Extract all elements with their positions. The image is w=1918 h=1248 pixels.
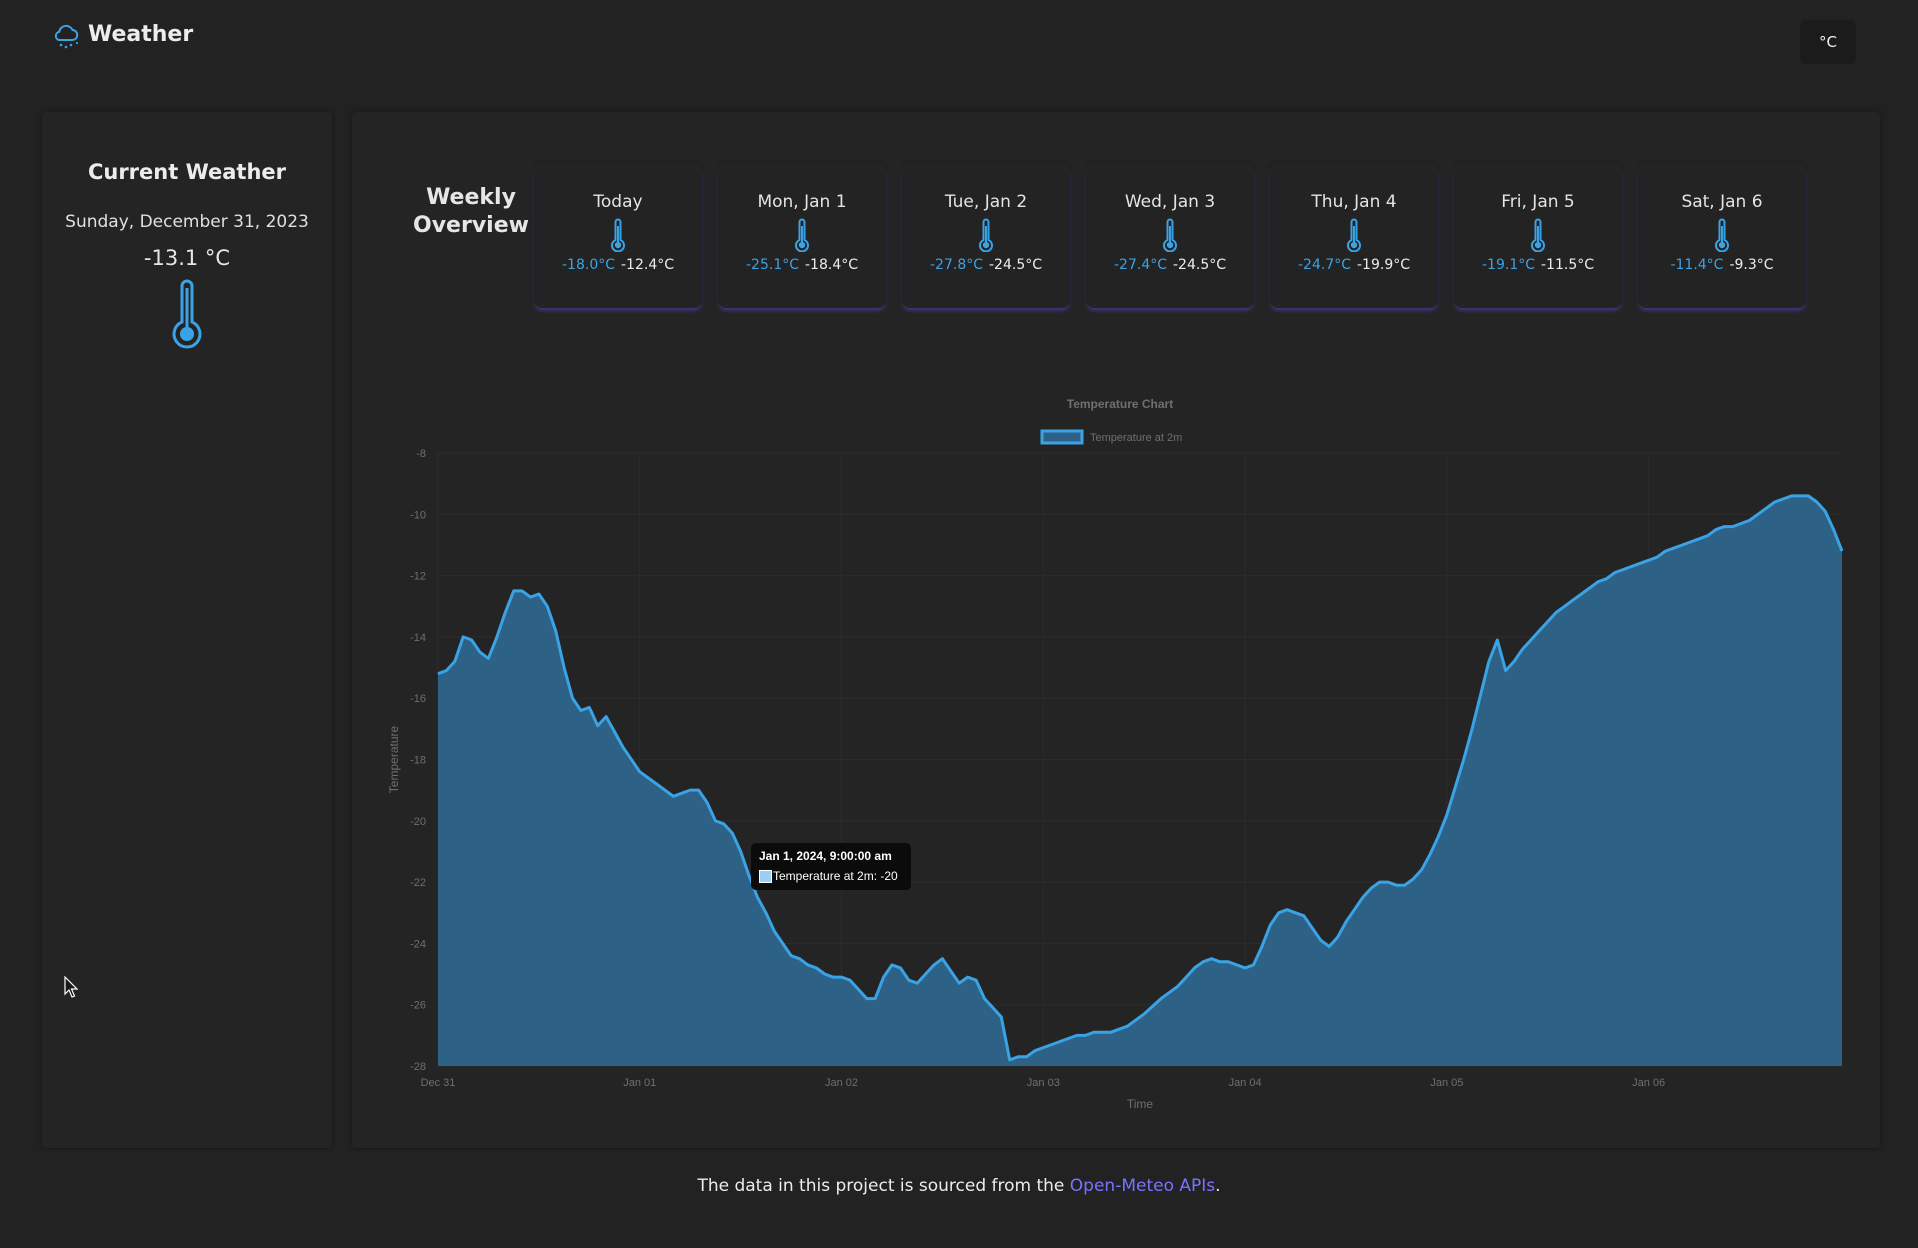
day-temps: -19.1°C -11.5°C xyxy=(1454,257,1622,273)
x-tick-label: Jan 06 xyxy=(1632,1077,1665,1089)
day-card: Today -18.0°C -12.4°C xyxy=(534,162,702,308)
day-name: Sat, Jan 6 xyxy=(1681,192,1763,212)
y-tick-label: -10 xyxy=(410,509,426,521)
legend-swatch xyxy=(1040,429,1084,445)
y-tick-label: -22 xyxy=(410,877,426,889)
day-temps: -18.0°C -12.4°C xyxy=(534,257,702,273)
day-max-temp: -24.5°C xyxy=(989,257,1042,273)
open-meteo-link[interactable]: Open-Meteo APIs xyxy=(1070,1176,1215,1196)
day-temps: -24.7°C -19.9°C xyxy=(1270,257,1438,273)
current-date: Sunday, December 31, 2023 xyxy=(65,212,309,232)
weekly-overview-label: Weekly Overview xyxy=(413,185,529,238)
day-card: Tue, Jan 2 -27.8°C -24.5°C xyxy=(902,162,1070,308)
temperature-area xyxy=(438,495,1842,1066)
thermometer-icon xyxy=(611,218,625,252)
day-name: Wed, Jan 3 xyxy=(1124,192,1216,212)
day-card: Thu, Jan 4 -24.7°C -19.9°C xyxy=(1270,162,1438,308)
y-tick-label: -20 xyxy=(410,816,426,828)
brand: Weather xyxy=(50,18,193,50)
chart-tooltip: Jan 1, 2024, 9:00:00 am Temperature at 2… xyxy=(751,843,911,890)
chart-title: Temperature Chart xyxy=(1067,397,1173,411)
x-axis-label: Time xyxy=(1127,1097,1154,1111)
app-title: Weather xyxy=(88,21,194,47)
unit-toggle-button[interactable]: °C xyxy=(1800,20,1856,64)
day-min-temp: -11.4°C xyxy=(1670,257,1724,273)
y-tick-label: -26 xyxy=(410,1000,426,1012)
thermometer-icon xyxy=(1163,218,1177,252)
day-temps: -25.1°C -18.4°C xyxy=(718,257,886,273)
y-tick-label: -18 xyxy=(410,755,426,767)
current-weather-panel: Current Weather Sunday, December 31, 202… xyxy=(42,112,332,1148)
day-temps: -27.8°C -24.5°C xyxy=(902,257,1070,273)
day-name: Thu, Jan 4 xyxy=(1311,192,1397,212)
x-tick-label: Jan 03 xyxy=(1027,1077,1060,1089)
app-header: Weather °C xyxy=(0,0,1918,80)
y-tick-label: -14 xyxy=(410,632,426,644)
tooltip-title: Jan 1, 2024, 9:00:00 am xyxy=(759,849,892,863)
thermometer-icon xyxy=(1531,218,1545,252)
y-tick-label: -12 xyxy=(410,571,426,583)
footer-text: The data in this project is sourced from… xyxy=(697,1176,1070,1196)
legend-label: Temperature at 2m xyxy=(1090,432,1182,444)
day-card: Mon, Jan 1 -25.1°C -18.4°C xyxy=(718,162,886,308)
day-temps: -11.4°C -9.3°C xyxy=(1638,257,1806,273)
tooltip-body: Temperature at 2m: -20 xyxy=(773,869,898,883)
cloud-snow-icon xyxy=(54,24,79,49)
day-name: Fri, Jan 5 xyxy=(1501,192,1575,212)
thermometer-icon xyxy=(172,279,202,349)
x-tick-label: Jan 02 xyxy=(825,1077,858,1089)
day-max-temp: -9.3°C xyxy=(1729,257,1774,273)
x-tick-label: Jan 04 xyxy=(1229,1077,1262,1089)
footer-suffix: . xyxy=(1215,1176,1221,1196)
footer: The data in this project is sourced from… xyxy=(0,1176,1918,1196)
day-name: Today xyxy=(593,192,643,212)
day-max-temp: -18.4°C xyxy=(805,257,858,273)
temperature-chart-svg: -8 -10 -12 -14 -16 -18 -20 -22 -24 -26 -28 Dec 31 Ja… xyxy=(387,397,1844,1111)
y-tick-label: -28 xyxy=(410,1061,426,1073)
day-min-temp: -19.1°C xyxy=(1482,257,1535,273)
current-weather-title: Current Weather xyxy=(87,160,287,184)
day-max-temp: -19.9°C xyxy=(1357,257,1410,273)
x-tick-label: Dec 31 xyxy=(421,1077,456,1089)
day-min-temp: -27.8°C xyxy=(930,257,983,273)
y-tick-label: -24 xyxy=(410,938,426,950)
day-min-temp: -24.7°C xyxy=(1298,257,1351,273)
y-axis-label: Temperature xyxy=(387,725,401,793)
thermometer-icon xyxy=(1715,218,1729,252)
thermometer-icon xyxy=(979,218,993,252)
y-tick-label: -8 xyxy=(416,448,426,460)
y-tick-label: -16 xyxy=(410,693,426,705)
day-card: Fri, Jan 5 -19.1°C -11.5°C xyxy=(1454,162,1622,308)
thermometer-icon xyxy=(795,218,809,252)
day-name: Mon, Jan 1 xyxy=(757,192,847,212)
day-card: Sat, Jan 6 -11.4°C -9.3°C xyxy=(1638,162,1806,308)
day-name: Tue, Jan 2 xyxy=(944,192,1028,212)
thermometer-icon xyxy=(1347,218,1361,252)
day-card: Wed, Jan 3 -27.4°C -24.5°C xyxy=(1086,162,1254,308)
day-temps: -27.4°C -24.5°C xyxy=(1086,257,1254,273)
day-min-temp: -25.1°C xyxy=(746,257,799,273)
x-tick-label: Jan 01 xyxy=(623,1077,656,1089)
day-max-temp: -11.5°C xyxy=(1541,257,1594,273)
day-min-temp: -27.4°C xyxy=(1114,257,1167,273)
day-min-temp: -18.0°C xyxy=(562,257,615,273)
current-temperature: -13.1 °C xyxy=(143,246,231,270)
tooltip-swatch xyxy=(759,870,772,883)
day-max-temp: -12.4°C xyxy=(621,257,674,273)
temperature-chart: -8 -10 -12 -14 -16 -18 -20 -22 -24 -26 -28 Dec 31 Ja… xyxy=(380,388,1860,1128)
mouse-cursor-icon xyxy=(64,976,79,998)
x-tick-label: Jan 05 xyxy=(1430,1077,1463,1089)
day-max-temp: -24.5°C xyxy=(1173,257,1226,273)
